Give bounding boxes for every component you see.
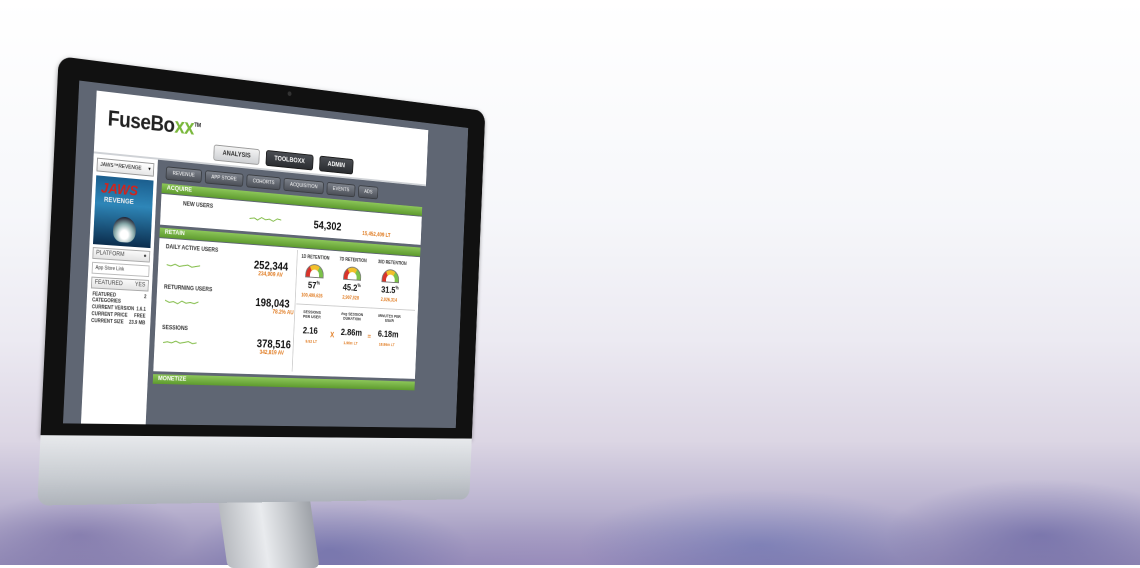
dau-label: DAILY ACTIVE USERS <box>165 244 219 254</box>
multiply-operator: X <box>329 330 335 340</box>
retain-panel: DAILY ACTIVE USERS 252,344 234,909 AV RE… <box>153 238 421 379</box>
equals-operator: = <box>367 332 372 341</box>
fuseboxx-logo[interactable]: FuseBoxxTM <box>107 106 201 141</box>
sessions-label: SESSIONS <box>161 325 188 333</box>
new-users-label: NEW USERS <box>182 201 214 210</box>
sidebar: JAWS™REVENGE ▾ JAWS REVENGE PLATFORM ● Ap… <box>80 153 158 425</box>
minutes-per-user-label: MINUTES PER USER <box>378 313 401 324</box>
apple-icon: ● <box>143 253 147 260</box>
tab-analysis[interactable]: ANALYSIS <box>213 144 260 166</box>
retention-7d-sub: 2,907,928 <box>342 295 360 302</box>
sessions-sparkline <box>163 337 197 348</box>
sessions-per-user-label: SESSIONS PER USER <box>302 309 321 320</box>
retention-7d-gauge <box>343 266 362 281</box>
returning-users-value: 198,043 <box>255 295 290 311</box>
tab-app-store[interactable]: APP STORE <box>204 170 244 187</box>
retention-7d-label: 7D RETENTION <box>339 256 367 265</box>
sessions-value: 378,516 <box>256 336 292 352</box>
dashboard-content: REVENUE APP STORE COHORTS ACQUISITION EV… <box>151 160 423 427</box>
camera-dot <box>287 91 292 97</box>
app-store-link[interactable]: App Store Link <box>91 261 150 278</box>
returning-users-sparkline <box>165 296 199 307</box>
retention-1d-value: 57% <box>307 280 321 292</box>
avg-session-duration-label: Avg SESSION DURATION <box>340 311 364 322</box>
monitor-bezel: FuseBoxxTM ANALYSIS TOOLBOXX ADMIN JAWS™… <box>40 56 486 439</box>
new-users-value: 54,302 <box>313 218 342 234</box>
minutes-per-user-sub: 18.86m LT <box>378 341 395 348</box>
retention-1d-label: 1D RETENTION <box>301 254 330 262</box>
new-users-lifetime: 15,452,409 LT <box>362 231 391 239</box>
monitor: FuseBoxxTM ANALYSIS TOOLBOXX ADMIN JAWS™… <box>37 56 486 506</box>
tab-admin[interactable]: ADMIN <box>318 155 354 175</box>
minutes-per-user-value: 6.18m <box>377 329 399 341</box>
dau-sub: 234,909 AV <box>258 271 283 279</box>
app-poster-image: JAWS REVENGE <box>93 175 154 249</box>
tab-toolboxx[interactable]: TOOLBOXX <box>265 149 314 171</box>
retention-1d-gauge <box>305 263 325 279</box>
tab-acquisition[interactable]: ACQUISITION <box>283 177 324 195</box>
sessions-per-user-value: 2.16 <box>302 325 318 337</box>
detail-row: CURRENT SIZE 23.9 MB <box>91 318 146 327</box>
tab-events[interactable]: EVENTS <box>326 181 356 198</box>
sessions-sub: 342,819 AV <box>259 350 285 357</box>
poster-subtitle: REVENGE <box>103 196 134 207</box>
tab-ads[interactable]: ADS <box>357 184 379 200</box>
shark-graphic <box>112 216 137 244</box>
sessions-per-user-sub: 9.52 LT <box>305 338 318 344</box>
chevron-down-icon: ▾ <box>148 166 151 173</box>
tab-cohorts[interactable]: COHORTS <box>246 174 281 191</box>
retention-30d-sub: 2,026,314 <box>380 297 398 304</box>
retention-30d-label: 30D RETENTION <box>377 259 407 267</box>
dau-sparkline <box>166 260 200 272</box>
app-select-dropdown[interactable]: JAWS™REVENGE ▾ <box>96 157 155 177</box>
avg-session-duration-value: 2.86m <box>340 327 363 339</box>
retention-1d-sub: 100,499,626 <box>301 292 323 300</box>
tab-revenue[interactable]: REVENUE <box>165 166 202 184</box>
returning-users-label: RETURNING USERS <box>163 284 213 294</box>
screen: FuseBoxxTM ANALYSIS TOOLBOXX ADMIN JAWS™… <box>62 80 469 429</box>
new-users-sparkline <box>249 213 281 225</box>
platform-box: PLATFORM ● <box>92 247 151 263</box>
retention-30d-gauge <box>381 268 400 284</box>
returning-users-sub: 78.2% AU <box>272 309 294 317</box>
retention-7d-value: 45.2% <box>342 282 361 294</box>
featured-box: FEATURED YES <box>90 276 149 292</box>
monitor-chin <box>37 435 472 506</box>
retention-30d-value: 31.5% <box>380 285 399 296</box>
avg-session-duration-sub: 1.96m LT <box>343 340 358 346</box>
